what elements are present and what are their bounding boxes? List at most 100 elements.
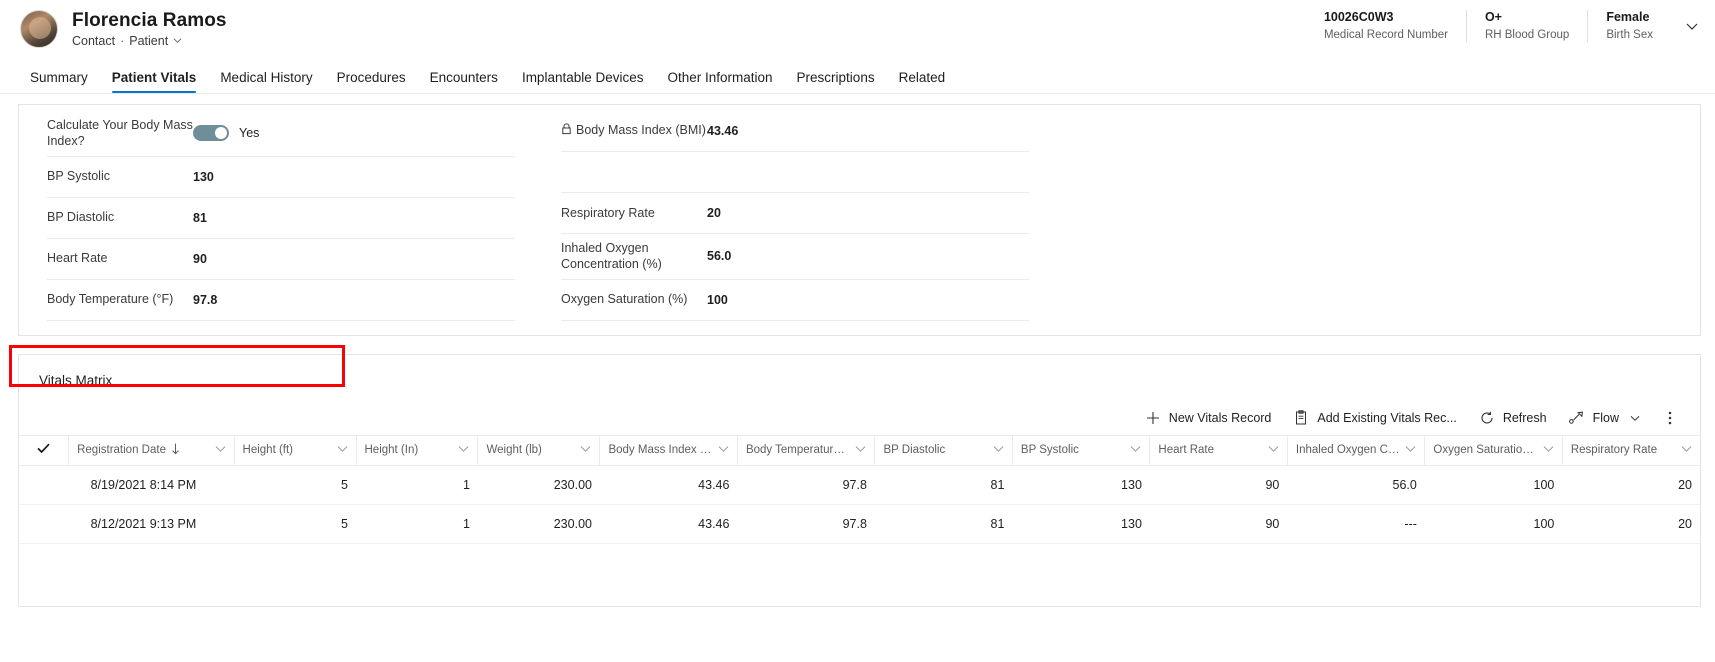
chevron-down-icon[interactable] <box>1405 444 1416 456</box>
field-value[interactable]: 90 <box>193 252 207 266</box>
chevron-down-icon[interactable] <box>993 444 1004 456</box>
column-header-body-mass-index[interactable]: Body Mass Index (B... <box>599 434 738 466</box>
cell-heart-rate: 90 <box>1149 504 1288 544</box>
new-vitals-record-button[interactable]: New Vitals Record <box>1134 405 1283 431</box>
plus-icon <box>1145 410 1161 426</box>
field-label: Body Temperature (°F) <box>47 292 174 307</box>
table-body: 8/19/2021 8:14 PM 5 1 230.00 43.46 97.8 … <box>19 465 1700 544</box>
toggle-knob <box>215 127 227 140</box>
column-header-label: Body Mass Index (B... <box>608 444 713 456</box>
kebab-icon <box>1662 410 1678 426</box>
column-header-label: Inhaled Oxygen Con... <box>1295 444 1401 456</box>
chevron-down-icon[interactable] <box>1268 444 1279 456</box>
column-header-oxygen-saturation[interactable]: Oxygen Saturation (... <box>1424 434 1563 466</box>
tab-prescriptions[interactable]: Prescriptions <box>785 70 887 93</box>
chevron-down-icon[interactable] <box>580 444 591 456</box>
vitals-matrix-table: Registration Date Height (ft) Height (In… <box>19 434 1700 544</box>
column-header-respiratory-rate[interactable]: Respiratory Rate <box>1561 434 1700 466</box>
row-select-checkbox[interactable] <box>19 465 69 505</box>
flow-icon <box>1568 410 1585 426</box>
calculate-bmi-toggle[interactable] <box>193 125 229 142</box>
column-header-height-in[interactable]: Height (In) <box>355 434 478 466</box>
tab-patient-vitals[interactable]: Patient Vitals <box>100 70 209 93</box>
column-header-label: Body Temperature (... <box>745 444 851 456</box>
column-header-label: Oxygen Saturation (... <box>1433 444 1538 456</box>
table-row[interactable]: 8/19/2021 8:14 PM 5 1 230.00 43.46 97.8 … <box>19 465 1700 505</box>
add-existing-vitals-record-button[interactable]: Add Existing Vitals Rec... <box>1282 405 1467 431</box>
field-body-mass-index: Body Mass Index (BMI) 43.46 <box>561 111 1029 152</box>
tab-medical-history[interactable]: Medical History <box>208 70 324 93</box>
column-header-bp-diastolic[interactable]: BP Diastolic <box>874 434 1013 466</box>
fact-value: 10026C0W3 <box>1323 10 1394 24</box>
field-label: Calculate Your Body Mass Index? <box>47 118 193 149</box>
field-value[interactable]: 20 <box>707 206 721 220</box>
tab-encounters[interactable]: Encounters <box>418 70 510 93</box>
chevron-down-icon[interactable] <box>1681 444 1692 456</box>
chevron-down-icon[interactable] <box>855 444 866 456</box>
column-header-label: Registration Date <box>77 444 166 456</box>
chevron-down-icon[interactable] <box>215 444 226 456</box>
column-header-label: BP Systolic <box>1020 444 1079 456</box>
chevron-down-icon[interactable] <box>718 444 729 456</box>
record-header: Florencia Ramos Contact · Patient 10026C… <box>0 0 1715 62</box>
page-title: Florencia Ramos <box>72 9 227 31</box>
table-row[interactable]: 8/12/2021 9:13 PM 5 1 230.00 43.46 97.8 … <box>19 504 1700 544</box>
field-label: Body Mass Index (BMI) <box>561 122 707 139</box>
select-all-column-header[interactable] <box>19 434 69 466</box>
field-label: Inhaled Oxygen Concentration (%) <box>561 241 662 272</box>
field-label-text: Body Mass Index (BMI) <box>576 123 706 138</box>
column-header-registration-date[interactable]: Registration Date <box>68 434 235 466</box>
more-commands-button[interactable] <box>1654 405 1686 431</box>
refresh-button[interactable]: Refresh <box>1468 405 1558 431</box>
header-facts: 10026C0W3 Medical Record Number O+ RH Bl… <box>1306 10 1703 42</box>
refresh-icon <box>1479 410 1495 426</box>
cell-bp-diastolic: 81 <box>874 504 1013 544</box>
chevron-down-icon[interactable] <box>1543 444 1554 456</box>
tab-procedures[interactable]: Procedures <box>325 70 418 93</box>
field-value: 43.46 <box>707 124 739 138</box>
tab-implantable-devices[interactable]: Implantable Devices <box>510 70 656 93</box>
chevron-down-icon[interactable] <box>337 444 348 456</box>
field-value[interactable]: 81 <box>193 211 207 225</box>
row-select-checkbox[interactable] <box>19 504 69 544</box>
field-value[interactable]: 56.0 <box>707 249 731 263</box>
cell-oxygen-saturation: 100 <box>1424 465 1563 505</box>
tab-other-information[interactable]: Other Information <box>656 70 785 93</box>
table-header-row: Registration Date Height (ft) Height (In… <box>19 434 1700 466</box>
column-header-heart-rate[interactable]: Heart Rate <box>1149 434 1288 466</box>
cell-bp-systolic: 130 <box>1012 465 1150 505</box>
fact-rh-blood-group: O+ RH Blood Group <box>1465 10 1587 42</box>
column-header-weight-lb[interactable]: Weight (lb) <box>477 434 600 466</box>
toggle-value: Yes <box>239 126 260 141</box>
field-label: Respiratory Rate <box>561 205 655 220</box>
cell-weight-lb: 230.00 <box>477 504 600 544</box>
column-header-bp-systolic[interactable]: BP Systolic <box>1011 434 1150 466</box>
chevron-down-icon[interactable] <box>173 36 182 45</box>
cell-bp-diastolic: 81 <box>874 465 1013 505</box>
column-header-inhaled-oxygen-concentration[interactable]: Inhaled Oxygen Con... <box>1286 434 1425 466</box>
form-column-left: Calculate Your Body Mass Index? Yes BP S… <box>19 111 529 321</box>
vitals-form-card: Calculate Your Body Mass Index? Yes BP S… <box>18 104 1701 336</box>
fact-label: Birth Sex <box>1606 28 1653 41</box>
cell-body-temperature: 97.8 <box>737 504 875 544</box>
chevron-down-icon[interactable] <box>1130 444 1141 456</box>
field-value[interactable]: 100 <box>707 293 728 307</box>
column-header-body-temperature[interactable]: Body Temperature (... <box>736 434 875 466</box>
command-label: Add Existing Vitals Rec... <box>1317 410 1457 425</box>
fact-value: Female <box>1606 10 1650 24</box>
column-header-height-ft[interactable]: Height (ft) <box>233 434 356 466</box>
cell-body-temperature: 97.8 <box>737 465 875 505</box>
command-label: New Vitals Record <box>1168 410 1272 425</box>
tab-related[interactable]: Related <box>887 70 958 93</box>
vitals-form-grid: Calculate Your Body Mass Index? Yes BP S… <box>19 111 1700 321</box>
header-expand-chevron-down-icon[interactable] <box>1681 15 1703 37</box>
field-bp-systolic: BP Systolic 130 <box>47 157 515 198</box>
grid-command-bar: New Vitals Record Add Existing Vitals Re… <box>19 401 1700 435</box>
flow-button[interactable]: Flow <box>1558 405 1654 431</box>
field-value[interactable]: 130 <box>193 170 214 184</box>
record-role-label: Patient <box>129 33 169 48</box>
chevron-down-icon[interactable] <box>458 444 469 456</box>
lock-icon <box>561 123 572 139</box>
field-value[interactable]: 97.8 <box>193 293 217 307</box>
tab-summary[interactable]: Summary <box>18 70 100 93</box>
